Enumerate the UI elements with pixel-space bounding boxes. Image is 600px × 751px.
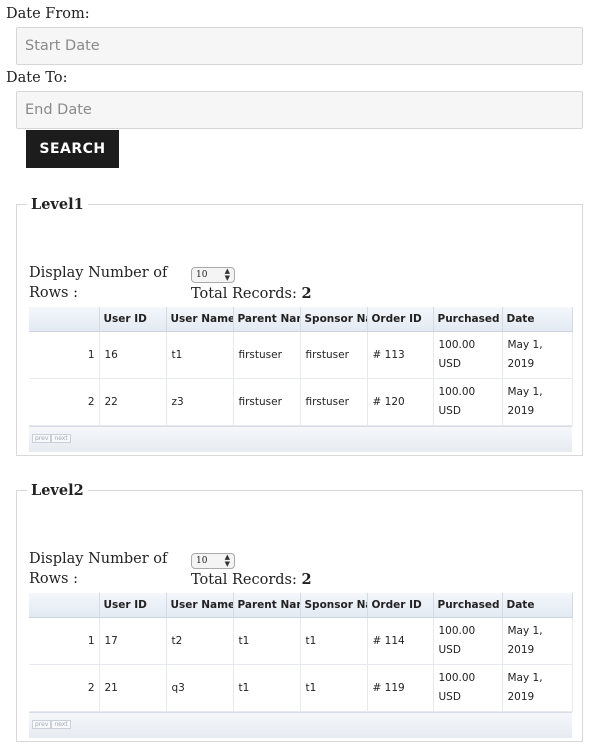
column-header-user-id[interactable]: User ID bbox=[99, 593, 167, 618]
user-name-cell: t1 bbox=[166, 331, 234, 379]
search-button[interactable]: SEARCH bbox=[26, 130, 119, 168]
date-to-label: Date To: bbox=[6, 70, 68, 86]
date-cell: May 1, 2019 bbox=[502, 378, 573, 426]
user-name-cell: t2 bbox=[166, 617, 234, 665]
table-row[interactable]: 2 22 z3 firstuser firstuser # 120 100.00… bbox=[29, 378, 573, 426]
next-page-button[interactable]: next bbox=[51, 720, 71, 729]
parent-name-cell: firstuser bbox=[233, 331, 301, 379]
level2-rows-select[interactable]: 10 ▲ ▼ bbox=[191, 553, 235, 569]
sponsor-name-cell: firstuser bbox=[300, 331, 368, 379]
parent-name-cell: firstuser bbox=[233, 378, 301, 426]
order-id-cell: # 113 bbox=[367, 331, 434, 379]
row-index: 1 bbox=[29, 617, 100, 665]
parent-name-cell: t1 bbox=[233, 617, 301, 665]
start-date-input[interactable] bbox=[16, 27, 583, 65]
table-row[interactable]: 1 17 t2 t1 t1 # 114 100.00 USD May 1, 2019 bbox=[29, 617, 573, 665]
next-page-button[interactable]: next bbox=[51, 434, 71, 443]
order-id-cell: # 114 bbox=[367, 617, 434, 665]
level2-panel: Level2 Display Number of Rows : 10 ▲ ▼ Tot… bbox=[16, 482, 583, 742]
order-id-cell: # 120 bbox=[367, 378, 434, 426]
level2-table: User ID User Name Parent Nan Sponsor Na … bbox=[29, 593, 573, 712]
column-header-index[interactable] bbox=[29, 307, 100, 332]
level2-title: Level2 bbox=[31, 482, 84, 499]
date-cell: May 1, 2019 bbox=[502, 331, 573, 379]
select-arrows-icon: ▲ ▼ bbox=[224, 553, 230, 568]
table-header-row: User ID User Name Parent Nan Sponsor Na … bbox=[29, 593, 573, 618]
row-index: 1 bbox=[29, 331, 100, 379]
level1-panel: Level1 Display Number of Rows : 10 ▲ ▼ Tot… bbox=[16, 196, 583, 456]
date-cell: May 1, 2019 bbox=[502, 617, 573, 665]
sponsor-name-cell: t1 bbox=[300, 664, 368, 712]
level2-display-label: Display Number of Rows : bbox=[29, 551, 168, 587]
order-id-cell: # 119 bbox=[367, 664, 434, 712]
user-id-cell: 16 bbox=[99, 331, 167, 379]
user-name-cell: q3 bbox=[166, 664, 234, 712]
table-header-row: User ID User Name Parent Nan Sponsor Na … bbox=[29, 307, 573, 332]
select-arrows-icon: ▲ ▼ bbox=[224, 267, 230, 282]
column-header-user-name[interactable]: User Name bbox=[166, 593, 234, 618]
sponsor-name-cell: firstuser bbox=[300, 378, 368, 426]
row-index: 2 bbox=[29, 378, 100, 426]
level2-pager: prev next bbox=[29, 712, 572, 738]
user-name-cell: z3 bbox=[166, 378, 234, 426]
purchased-cell: 100.00 USD bbox=[433, 664, 503, 712]
level1-rows-select[interactable]: 10 ▲ ▼ bbox=[191, 267, 235, 283]
user-id-cell: 21 bbox=[99, 664, 167, 712]
column-header-date[interactable]: Date bbox=[502, 307, 573, 332]
user-id-cell: 22 bbox=[99, 378, 167, 426]
level1-title: Level1 bbox=[31, 196, 84, 213]
level1-table: User ID User Name Parent Nan Sponsor Na … bbox=[29, 307, 573, 426]
column-header-user-name[interactable]: User Name bbox=[166, 307, 234, 332]
column-header-order-id[interactable]: Order ID bbox=[367, 593, 434, 618]
date-from-label: Date From: bbox=[6, 6, 90, 22]
purchased-cell: 100.00 USD bbox=[433, 378, 503, 426]
column-header-sponsor-name[interactable]: Sponsor Na bbox=[300, 593, 368, 618]
user-id-cell: 17 bbox=[99, 617, 167, 665]
column-header-purchased[interactable]: Purchased bbox=[433, 307, 503, 332]
row-index: 2 bbox=[29, 664, 100, 712]
level2-total-records: Total Records: 2 bbox=[191, 571, 312, 588]
purchased-cell: 100.00 USD bbox=[433, 617, 503, 665]
column-header-date[interactable]: Date bbox=[502, 593, 573, 618]
level1-total-records: Total Records: 2 bbox=[191, 285, 312, 302]
level1-pager: prev next bbox=[29, 426, 572, 452]
column-header-parent-name[interactable]: Parent Nan bbox=[233, 593, 301, 618]
sponsor-name-cell: t1 bbox=[300, 617, 368, 665]
table-row[interactable]: 2 21 q3 t1 t1 # 119 100.00 USD May 1, 2019 bbox=[29, 664, 573, 712]
end-date-input[interactable] bbox=[16, 91, 583, 129]
level1-display-label: Display Number of Rows : bbox=[29, 265, 168, 301]
column-header-order-id[interactable]: Order ID bbox=[367, 307, 434, 332]
column-header-user-id[interactable]: User ID bbox=[99, 307, 167, 332]
purchased-cell: 100.00 USD bbox=[433, 331, 503, 379]
column-header-index[interactable] bbox=[29, 593, 100, 618]
column-header-parent-name[interactable]: Parent Nan bbox=[233, 307, 301, 332]
column-header-sponsor-name[interactable]: Sponsor Na bbox=[300, 307, 368, 332]
prev-page-button[interactable]: prev bbox=[32, 720, 52, 729]
parent-name-cell: t1 bbox=[233, 664, 301, 712]
table-row[interactable]: 1 16 t1 firstuser firstuser # 113 100.00… bbox=[29, 331, 573, 379]
column-header-purchased[interactable]: Purchased bbox=[433, 593, 503, 618]
date-cell: May 1, 2019 bbox=[502, 664, 573, 712]
prev-page-button[interactable]: prev bbox=[32, 434, 52, 443]
